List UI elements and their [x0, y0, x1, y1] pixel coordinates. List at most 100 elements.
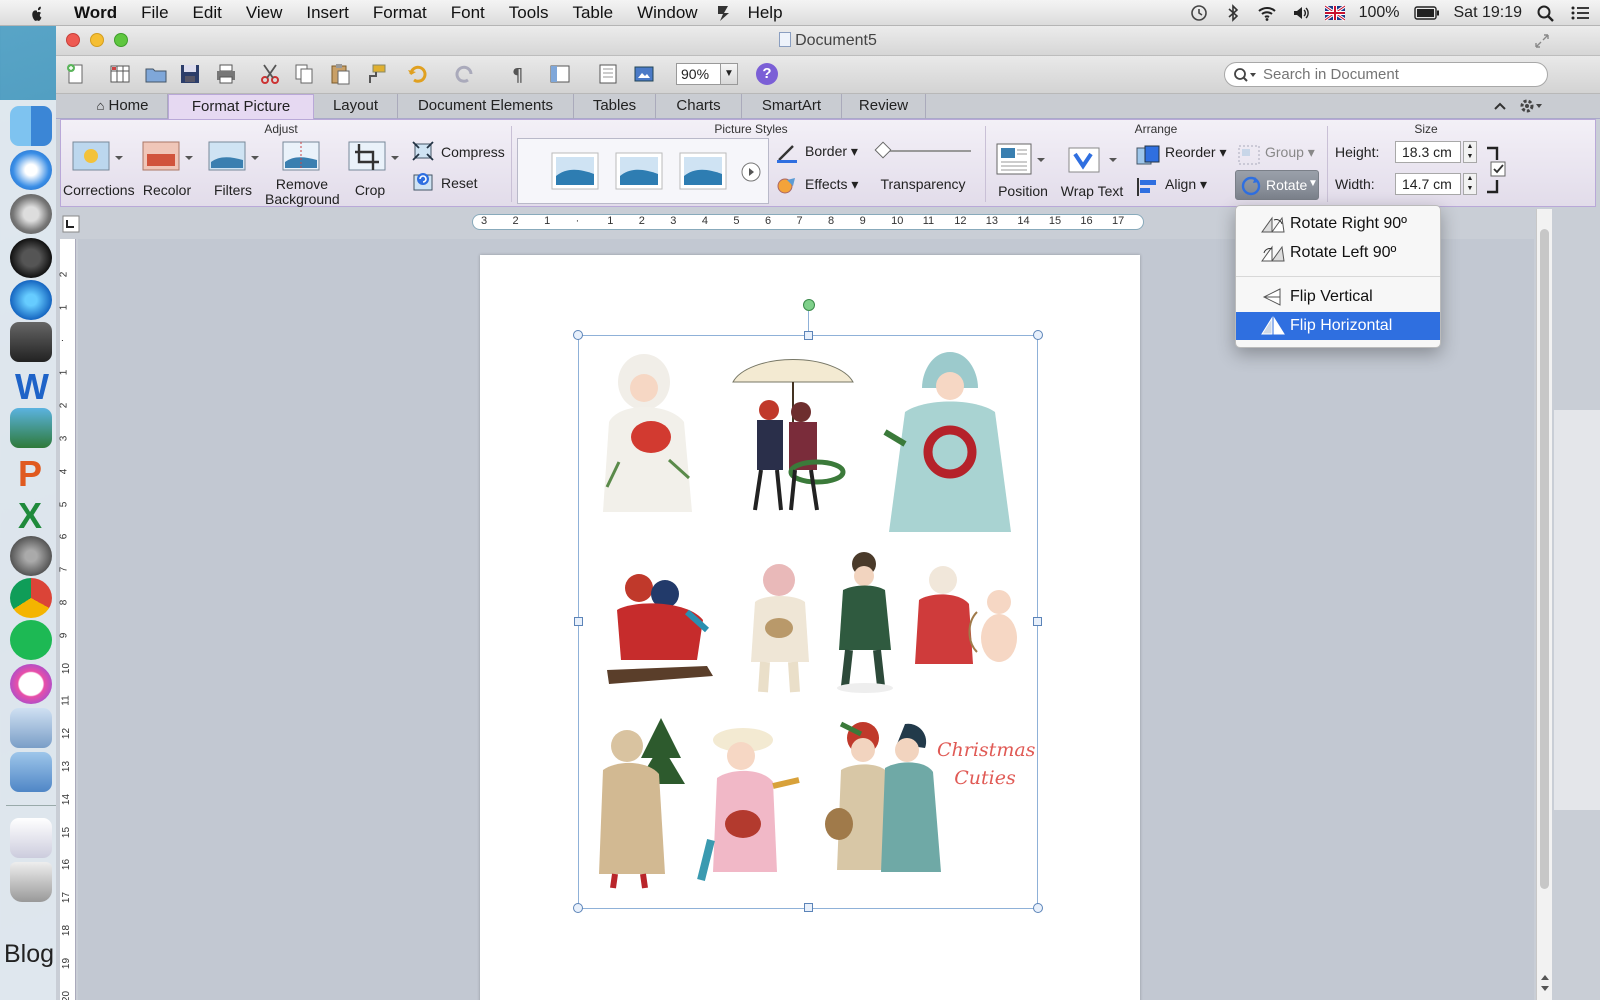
menu-tools[interactable]: Tools	[497, 3, 561, 23]
tab-review[interactable]: Review	[842, 94, 926, 119]
recolor-button[interactable]: Recolor	[137, 182, 197, 198]
reset-icon[interactable]	[411, 170, 435, 192]
search-icon[interactable]	[1233, 67, 1257, 83]
clock[interactable]: Sat 19:19	[1454, 4, 1523, 22]
resize-handle-bottom[interactable]	[804, 903, 813, 912]
rotation-handle[interactable]	[803, 299, 815, 311]
effects-icon[interactable]	[775, 176, 799, 196]
resize-handle-left[interactable]	[574, 617, 583, 626]
paste-icon[interactable]	[328, 62, 352, 86]
resize-handle-right[interactable]	[1033, 617, 1042, 626]
reorder-button[interactable]: Reorder ▾	[1165, 144, 1227, 161]
gimp-icon[interactable]	[10, 536, 52, 576]
tab-home[interactable]: ⌂ Home	[78, 94, 168, 119]
facetime-icon[interactable]	[10, 322, 52, 362]
word-icon[interactable]: W	[10, 366, 52, 406]
excel-icon[interactable]: X	[10, 494, 52, 534]
new-document-icon[interactable]	[64, 62, 88, 86]
wifi-icon[interactable]	[1257, 4, 1277, 22]
notification-center-icon[interactable]	[1570, 4, 1590, 22]
itunes-icon[interactable]	[10, 664, 52, 704]
effects-button[interactable]: Effects ▾	[805, 176, 858, 193]
network-app-icon[interactable]	[10, 280, 52, 320]
border-button[interactable]: Border ▾	[805, 143, 858, 160]
reset-button[interactable]: Reset	[441, 175, 478, 191]
picture-style-2[interactable]	[615, 152, 663, 190]
powerpoint-icon[interactable]: P	[10, 452, 52, 492]
cut-icon[interactable]	[258, 62, 282, 86]
show-formatting-icon[interactable]: ¶	[506, 62, 530, 86]
wrap-text-icon[interactable]	[1067, 142, 1117, 178]
menu-format[interactable]: Format	[361, 3, 439, 23]
document-page[interactable]: Christmas Cuties	[480, 255, 1140, 1000]
safari-icon[interactable]	[10, 150, 52, 190]
vertical-ruler[interactable]: 2 1 · 1 2 3 4 5 6 7 8 9 10 11 12 13 14 15 16 17 18 19 20	[57, 239, 76, 1000]
print-icon[interactable]	[214, 62, 238, 86]
scrollbar-thumb[interactable]	[1540, 229, 1549, 889]
corrections-button[interactable]: Corrections	[63, 182, 135, 198]
remove-background-label-1[interactable]: Remove	[265, 176, 339, 192]
redo-icon[interactable]	[452, 62, 476, 86]
position-icon[interactable]	[995, 142, 1045, 178]
menu-flip-vertical[interactable]: Flip Vertical	[1236, 283, 1440, 311]
filters-button[interactable]: Filters	[203, 182, 263, 198]
system-preferences-icon[interactable]	[10, 194, 52, 234]
position-button[interactable]: Position	[993, 183, 1053, 199]
script-icon[interactable]	[712, 3, 734, 23]
resize-handle-top[interactable]	[804, 331, 813, 340]
collapse-ribbon-icon[interactable]	[1492, 98, 1508, 114]
compress-icon[interactable]	[411, 140, 435, 162]
corrections-icon[interactable]	[71, 140, 123, 174]
iphoto-icon[interactable]	[10, 752, 52, 792]
remove-background-icon[interactable]	[281, 140, 321, 174]
battery-percent[interactable]: 100%	[1359, 4, 1400, 22]
border-icon[interactable]	[775, 144, 799, 164]
apple-icon[interactable]	[26, 3, 48, 23]
picture-style-3[interactable]	[679, 152, 727, 190]
menu-insert[interactable]: Insert	[294, 3, 361, 23]
photo-booth-icon[interactable]	[10, 408, 52, 448]
remove-background-label-2[interactable]: Background	[265, 191, 340, 207]
width-stepper[interactable]: ▲ ▼	[1463, 173, 1477, 195]
tab-format-picture[interactable]: Format Picture	[168, 94, 314, 119]
ribbon-settings-icon[interactable]	[1518, 97, 1544, 115]
tab-smartart[interactable]: SmartArt	[742, 94, 842, 119]
transparency-slider[interactable]	[874, 141, 971, 159]
tab-layout[interactable]: Layout	[314, 94, 398, 119]
rotate-button[interactable]: Rotate ▼	[1235, 170, 1319, 200]
crop-icon[interactable]	[347, 140, 399, 174]
lock-aspect-ratio-icon[interactable]	[1485, 146, 1509, 194]
trash-icon[interactable]	[10, 862, 52, 902]
menu-window[interactable]: Window	[625, 3, 709, 23]
resize-handle-top-left[interactable]	[573, 330, 583, 340]
zoom-dropdown-button[interactable]: ▼	[720, 63, 738, 85]
volume-icon[interactable]	[1291, 4, 1311, 22]
downloads-stack-icon[interactable]	[10, 818, 52, 858]
crop-button[interactable]: Crop	[345, 182, 395, 198]
format-painter-icon[interactable]	[364, 62, 388, 86]
time-machine-icon[interactable]	[1189, 4, 1209, 22]
scroll-arrows-icon[interactable]	[1538, 971, 1552, 995]
finder-icon[interactable]	[10, 106, 52, 146]
dashboard-icon[interactable]	[10, 238, 52, 278]
align-button[interactable]: Align ▾	[1165, 176, 1207, 193]
width-field[interactable]: 14.7 cm	[1395, 173, 1461, 195]
view-icon[interactable]	[596, 62, 620, 86]
battery-icon[interactable]	[1413, 6, 1440, 20]
tab-selector-icon[interactable]	[62, 215, 80, 233]
menu-rotate-right-90[interactable]: Rotate Right 90º	[1236, 210, 1440, 238]
menu-rotate-left-90[interactable]: Rotate Left 90º	[1236, 239, 1440, 267]
compress-button[interactable]: Compress	[441, 144, 505, 160]
resize-handle-bottom-right[interactable]	[1033, 903, 1043, 913]
align-icon[interactable]	[1135, 176, 1161, 198]
blog-label[interactable]: Blog	[4, 940, 54, 969]
transparency-slider-thumb[interactable]	[874, 141, 892, 159]
horizontal-ruler[interactable]: 3 2 1 · 1 2 3 4 5 6 7 8 9 10 11 12 13 14 15 16 17	[472, 214, 1144, 230]
menu-app-word[interactable]: Word	[62, 3, 129, 23]
fullscreen-icon[interactable]	[1534, 33, 1550, 49]
selected-picture[interactable]: Christmas Cuties	[573, 330, 1043, 913]
undo-icon[interactable]	[406, 62, 430, 86]
menu-help[interactable]: Help	[736, 3, 795, 23]
menu-edit[interactable]: Edit	[181, 3, 234, 23]
search-input[interactable]	[1263, 65, 1533, 84]
